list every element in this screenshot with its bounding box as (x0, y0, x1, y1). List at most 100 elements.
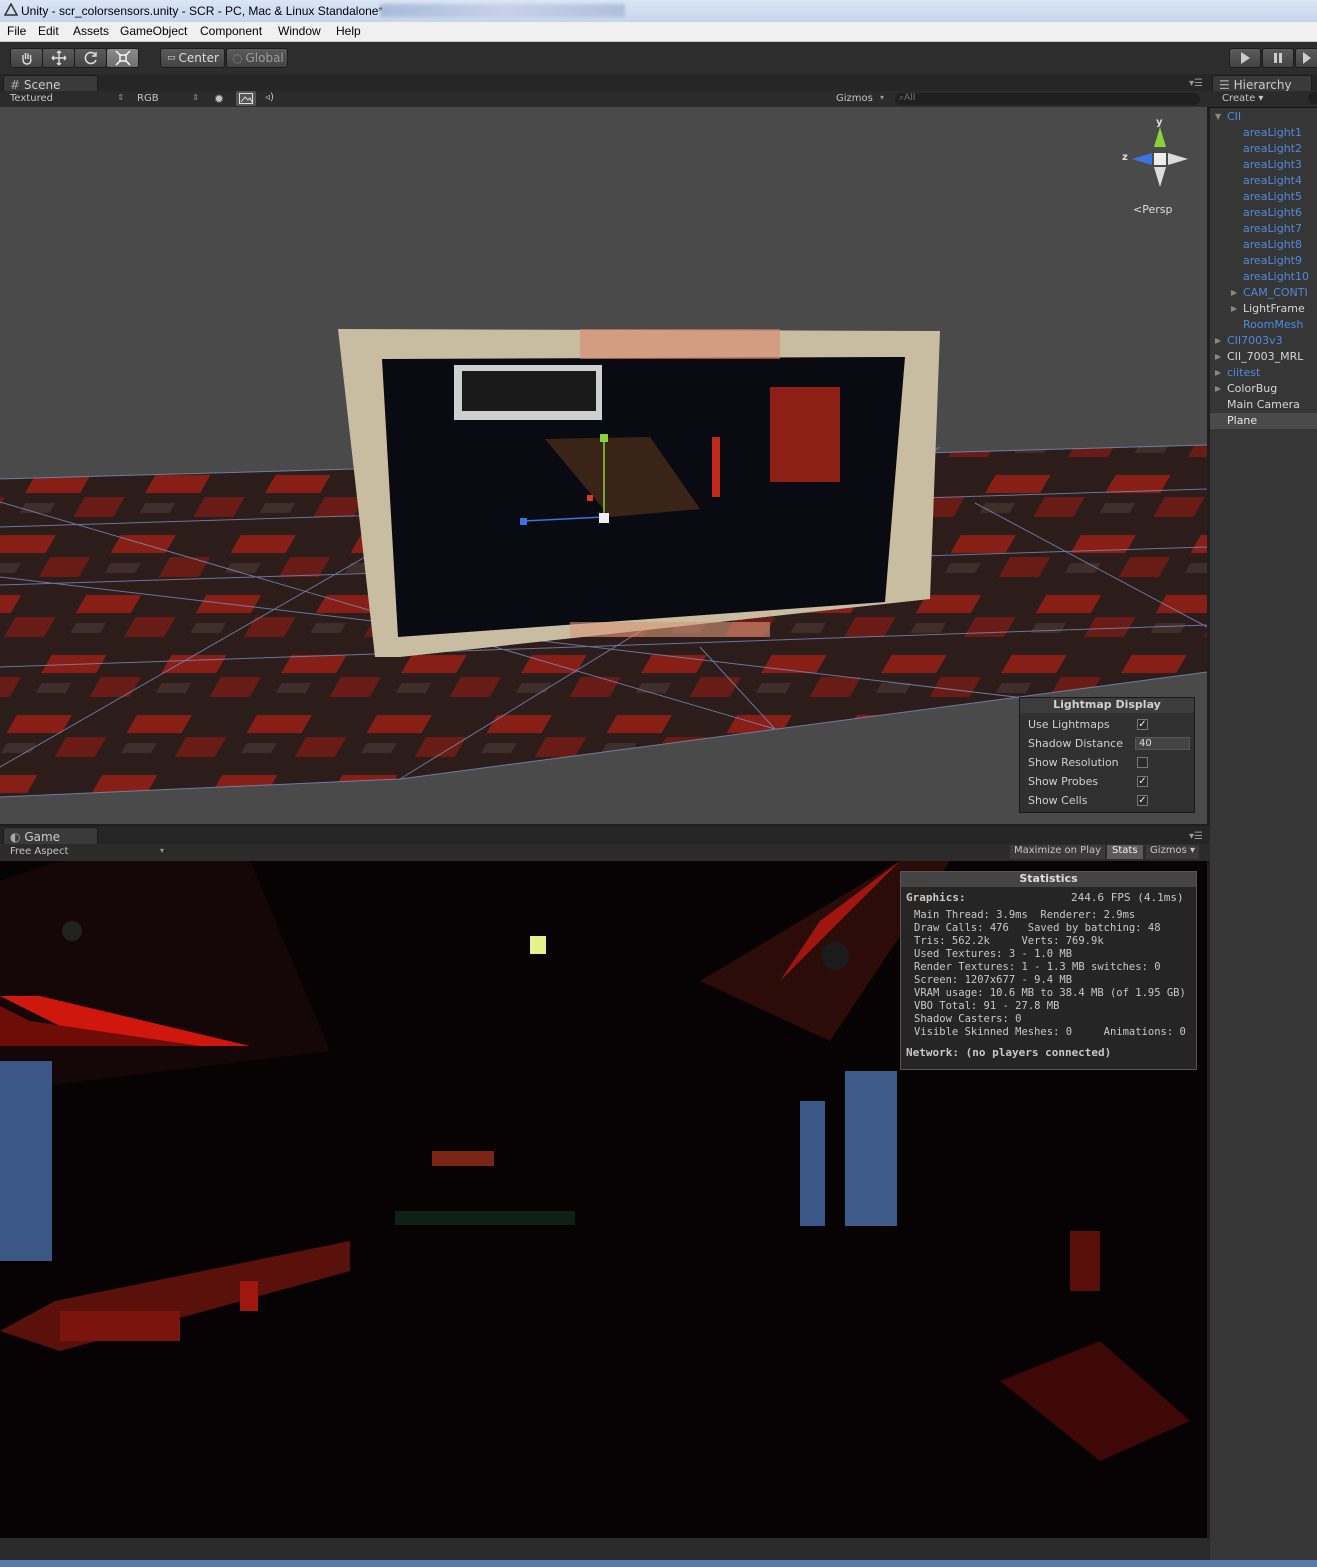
hierarchy-item[interactable]: ▶ CAM_CONTI (1210, 285, 1317, 301)
menu-assets[interactable]: Assets (73, 24, 109, 38)
show-probes-checkbox[interactable]: ✓ (1137, 776, 1148, 787)
color-mode-value: RGB (137, 93, 159, 104)
collapsed-arrow-icon[interactable]: ▶ (1215, 352, 1221, 361)
hierarchy-item-label: areaLight6 (1243, 206, 1302, 219)
hierarchy-item[interactable]: areaLight1 (1210, 125, 1317, 141)
menu-file[interactable]: File (7, 24, 26, 38)
gizmos-dropdown[interactable]: Gizmos ▾ (836, 93, 884, 107)
pause-icon (1274, 53, 1282, 63)
globe-icon: ◌ (232, 51, 243, 65)
hierarchy-item-label: areaLight7 (1243, 222, 1302, 235)
gizmo-x-handle[interactable] (587, 495, 593, 501)
search-placeholder: All (904, 93, 916, 103)
hierarchy-create-button[interactable]: Create ▾ (1222, 93, 1263, 104)
show-cells-checkbox[interactable]: ✓ (1137, 795, 1148, 806)
hierarchy-item[interactable]: areaLight2 (1210, 141, 1317, 157)
persp-label[interactable]: <Persp (1133, 203, 1172, 216)
collapsed-arrow-icon[interactable]: ▶ (1215, 384, 1221, 393)
stat-line: Tris: 562.2k Verts: 769.9k (914, 935, 1104, 947)
menu-window[interactable]: Window (278, 24, 321, 38)
hierarchy-item[interactable]: ▶ ciitest (1210, 365, 1317, 381)
gizmo-z-handle[interactable] (520, 518, 527, 525)
space-global-toggle[interactable]: ◌ Global (226, 48, 288, 68)
play-button[interactable] (1229, 48, 1261, 68)
menu-gameobject[interactable]: GameObject (120, 24, 187, 38)
hand-icon (21, 53, 32, 65)
hierarchy-item[interactable]: ▼ CII (1210, 109, 1317, 125)
scale-icon (115, 50, 130, 66)
network-status: Network: (no players connected) (906, 1046, 1112, 1059)
hierarchy-item[interactable]: ▶ CII7003v3 (1210, 333, 1317, 349)
rotate-tool-button[interactable] (74, 48, 107, 68)
stat-line: VRAM usage: 10.6 MB to 38.4 MB (of 1.95 … (914, 987, 1186, 999)
ceiling-fixture-left (62, 921, 82, 941)
tab-game[interactable]: ◐ Game (3, 827, 98, 844)
color-mode-dropdown[interactable]: RGB ⇕ (137, 93, 199, 107)
dropdown-arrow-icon: ▾ (159, 846, 164, 855)
menu-edit[interactable]: Edit (38, 24, 59, 38)
hierarchy-item[interactable]: ▶ LightFrame (1210, 301, 1317, 317)
hierarchy-item[interactable]: areaLight3 (1210, 157, 1317, 173)
hierarchy-item-label: CII (1227, 110, 1242, 123)
scene-fx-toggle[interactable] (236, 91, 256, 106)
tab-scene[interactable]: # Scene (3, 75, 98, 92)
tab-hierarchy[interactable]: ☰ Hierarchy (1212, 75, 1312, 92)
collapsed-arrow-icon[interactable]: ▶ (1231, 304, 1237, 313)
scene-lighting-icon[interactable]: ✹ (214, 92, 224, 106)
game-tab-strip: ◐ Game ▾☰ (0, 826, 1210, 844)
hand-tool-button[interactable] (10, 48, 43, 68)
hierarchy-item[interactable]: ▶ CII_7003_MRL (1210, 349, 1317, 365)
hierarchy-search-input[interactable]: ⌕All (895, 93, 1200, 105)
step-button[interactable] (1295, 48, 1317, 68)
hierarchy-list: ▼ CII areaLight1 areaLight2 areaLight3 areaLi… (1210, 109, 1317, 509)
hierarchy-item[interactable]: areaLight10 (1210, 269, 1317, 285)
gizmo-center-handle[interactable] (599, 513, 609, 523)
hierarchy-search-input[interactable] (1308, 92, 1317, 104)
collapsed-arrow-icon[interactable]: ▶ (1231, 288, 1237, 297)
panel-menu-icon[interactable]: ▾☰ (1189, 78, 1203, 89)
audio-icon[interactable]: ◃) (265, 92, 274, 103)
show-resolution-label: Show Resolution (1028, 756, 1119, 769)
space-label: Global (245, 51, 284, 65)
scale-tool-button[interactable] (106, 48, 139, 68)
pause-button[interactable] (1262, 48, 1294, 68)
pivot-center-toggle[interactable]: ▭ Center (160, 48, 225, 68)
show-resolution-checkbox[interactable] (1137, 757, 1148, 768)
hierarchy-item[interactable]: areaLight4 (1210, 173, 1317, 189)
menu-help[interactable]: Help (336, 24, 361, 38)
hierarchy-item[interactable]: areaLight6 (1210, 205, 1317, 221)
hierarchy-item[interactable]: RoomMesh (1210, 317, 1317, 333)
collapsed-arrow-icon[interactable]: ▶ (1215, 368, 1221, 377)
use-lightmaps-checkbox[interactable]: ✓ (1137, 719, 1148, 730)
orientation-gizmo[interactable] (1132, 127, 1188, 187)
hierarchy-item[interactable]: areaLight8 (1210, 237, 1317, 253)
collapsed-arrow-icon[interactable]: ▶ (1215, 336, 1221, 345)
hierarchy-item-label: ColorBug (1227, 382, 1278, 395)
menu-component[interactable]: Component (200, 24, 262, 38)
hierarchy-item[interactable]: Plane (1210, 413, 1317, 429)
hierarchy-item[interactable]: ▶ ColorBug (1210, 381, 1317, 397)
persp-icon: < (1133, 203, 1143, 216)
stats-toggle[interactable]: Stats (1107, 845, 1143, 859)
render-mode-dropdown[interactable]: Textured ⇕ (10, 93, 124, 107)
gizmo-y-handle[interactable] (600, 434, 608, 442)
panel-menu-icon[interactable]: ▾☰ (1189, 831, 1203, 842)
expanded-arrow-icon[interactable]: ▼ (1215, 112, 1221, 121)
hierarchy-item[interactable]: areaLight5 (1210, 189, 1317, 205)
stat-line: Draw Calls: 476 Saved by batching: 48 (914, 922, 1161, 934)
show-cells-label: Show Cells (1028, 794, 1088, 807)
game-gizmos-dropdown[interactable]: Gizmos ▾ (1146, 845, 1200, 859)
scene-tab-strip: # Scene ▾☰ (0, 74, 1210, 92)
hierarchy-item-label: CII7003v3 (1227, 334, 1283, 347)
shadow-distance-field[interactable]: 40 (1135, 737, 1190, 750)
aspect-dropdown[interactable]: Free Aspect ▾ (10, 846, 164, 860)
hierarchy-item[interactable]: Main Camera (1210, 397, 1317, 413)
maximize-on-play-toggle[interactable]: Maximize on Play (1010, 845, 1106, 859)
hierarchy-item[interactable]: areaLight9 (1210, 253, 1317, 269)
show-probes-label: Show Probes (1028, 775, 1099, 788)
hierarchy-item[interactable]: areaLight7 (1210, 221, 1317, 237)
red-light-strip (712, 437, 720, 497)
window-right-2 (845, 1071, 897, 1226)
dropdown-arrow-icon: ▾ (879, 93, 884, 102)
move-tool-button[interactable] (42, 48, 75, 68)
